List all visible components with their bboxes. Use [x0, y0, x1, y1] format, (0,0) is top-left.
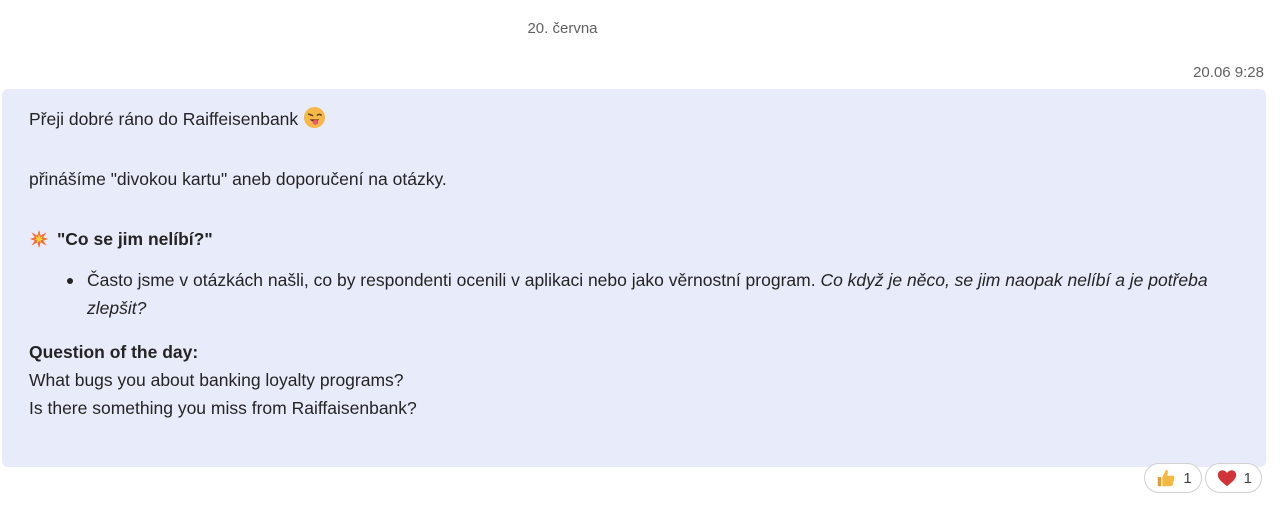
reactions-bar: 1 1: [1144, 463, 1262, 493]
section-heading: "Co se jim nelíbí?": [29, 225, 1239, 253]
bullet-list: Často jsme v otázkách našli, co by respo…: [29, 266, 1239, 322]
reaction-count: 1: [1243, 469, 1252, 487]
reaction-heart[interactable]: 1: [1204, 463, 1262, 493]
greeting-text: Přeji dobré ráno do Raiffeisenbank: [29, 109, 299, 129]
bullet-text: Často jsme v otázkách našli, co by respo…: [87, 270, 816, 290]
intro-line: přinášíme "divokou kartu" aneb doporučen…: [29, 169, 447, 189]
question-title: Question of the day:: [29, 342, 199, 362]
message-timestamp: 20.06 9:28: [1193, 64, 1264, 81]
date-divider: 20. června: [527, 20, 598, 37]
section-heading-text: "Co se jim nelíbí?": [57, 229, 213, 249]
reaction-count: 1: [1183, 469, 1192, 487]
heart-icon: [1217, 470, 1236, 487]
list-item: Často jsme v otázkách našli, co by respo…: [67, 266, 1262, 322]
reaction-thumbs-up[interactable]: 1: [1144, 463, 1202, 493]
question-line-1: What bugs you about banking loyalty prog…: [29, 370, 404, 390]
question-line-2: Is there something you miss from Raiffai…: [29, 398, 417, 418]
greeting-line: Přeji dobré ráno do Raiffeisenbank: [29, 105, 1239, 133]
message-bubble[interactable]: Přeji dobré ráno do Raiffeisenbank přiná…: [2, 89, 1266, 467]
thumbs-up-icon: [1158, 469, 1175, 487]
winking-face-with-tongue-icon: [304, 106, 326, 129]
collision-icon: [29, 229, 49, 249]
bullet-dot: [67, 278, 73, 284]
